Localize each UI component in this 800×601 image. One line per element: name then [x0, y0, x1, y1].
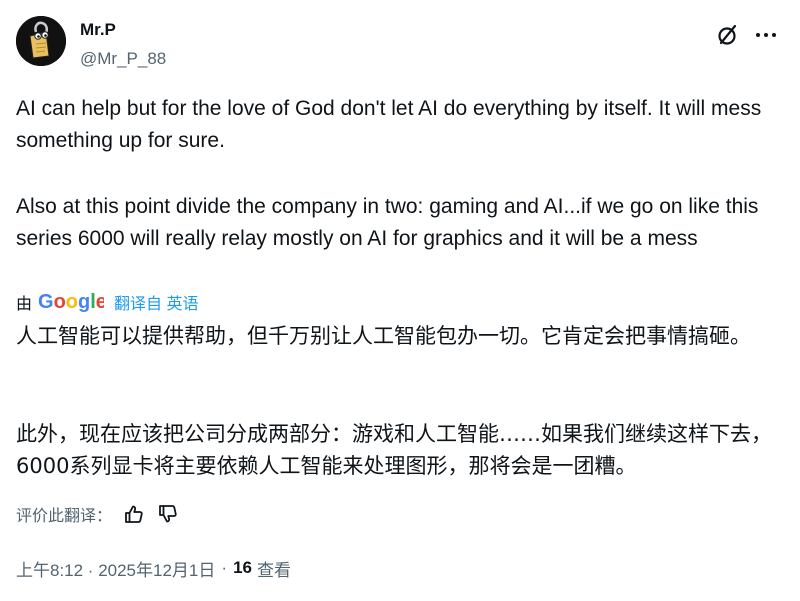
- tweet-text-paragraph: AI can help but for the love of God don'…: [16, 97, 768, 152]
- tweet-meta: 上午8:12 · 2025年12月1日 · 16 查看: [16, 555, 291, 581]
- translated-by-label: 由: [16, 296, 33, 313]
- display-name[interactable]: Mr.P: [80, 20, 116, 40]
- tweet-text-paragraph: Also at this point divide the company in…: [16, 195, 765, 250]
- grok-icon[interactable]: [714, 21, 742, 49]
- more-icon[interactable]: [752, 21, 780, 49]
- svg-text:Google: Google: [38, 291, 104, 313]
- views-label: 查看: [256, 560, 291, 580]
- views-count: 16: [233, 558, 252, 577]
- translated-from-link[interactable]: 翻译自 英语: [114, 290, 198, 314]
- timestamp-link[interactable]: 上午8:12 · 2025年12月1日: [16, 556, 215, 581]
- translated-text-paragraph: 此外，现在应该把公司分成两部分：游戏和人工智能……如果我们继续这样下去，6000…: [16, 422, 772, 478]
- thumbs-up-icon[interactable]: [122, 502, 146, 526]
- translated-text-paragraph: 人工智能可以提供帮助，但千万别让人工智能包办一切。它肯定会把事情搞砸。: [16, 324, 751, 348]
- google-logo: Google: [38, 290, 104, 314]
- meta-separator: ·: [221, 558, 228, 577]
- rate-translation: 评价此翻译：: [16, 501, 180, 527]
- avatar[interactable]: [16, 16, 66, 66]
- rate-translation-label: 评价此翻译：: [16, 508, 113, 525]
- translation-attribution: 由 Google 翻译自 英语: [16, 290, 198, 314]
- avatar-image: [16, 16, 66, 66]
- thumbs-down-icon[interactable]: [156, 502, 180, 526]
- user-handle[interactable]: @Mr_P_88: [80, 49, 166, 69]
